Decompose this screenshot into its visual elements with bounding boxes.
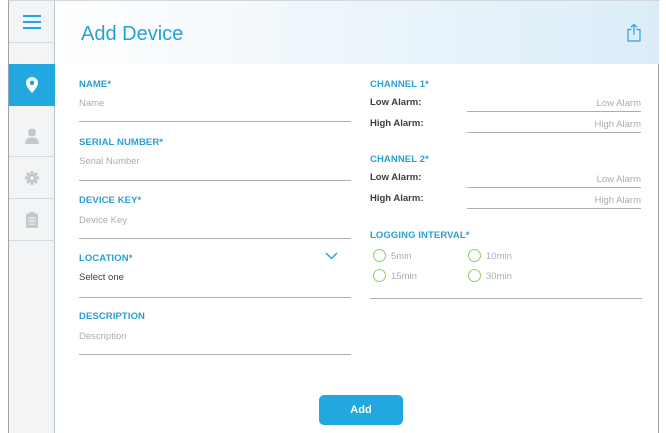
sidebar <box>9 1 55 433</box>
device-key-field[interactable]: Device Key <box>79 215 127 226</box>
radio-10min[interactable] <box>468 249 481 262</box>
add-button[interactable]: Add <box>319 395 403 425</box>
user-icon <box>25 128 39 144</box>
logging-interval-underline <box>370 298 642 299</box>
serial-number-label: SERIAL NUMBER* <box>79 137 164 148</box>
clipboard-icon <box>26 211 38 228</box>
radio-5min-label: 5min <box>391 251 412 262</box>
hamburger-icon <box>23 14 41 29</box>
channel1-high-alarm-field[interactable]: High Alarm <box>467 119 641 130</box>
sidebar-item-reports[interactable] <box>9 199 55 241</box>
logging-interval-label: LOGGING INTERVAL* <box>370 230 470 241</box>
name-underline <box>79 121 351 122</box>
channel2-label: CHANNEL 2* <box>370 154 429 165</box>
description-underline <box>79 354 351 355</box>
location-underline <box>79 297 351 298</box>
name-label: NAME* <box>79 79 112 90</box>
radio-15min[interactable] <box>373 269 386 282</box>
sidebar-item-settings[interactable] <box>9 157 55 199</box>
name-field[interactable]: Name <box>79 98 104 109</box>
map-pin-icon <box>26 77 38 93</box>
radio-30min-label: 30min <box>486 271 512 282</box>
channel2-high-alarm-field[interactable]: High Alarm <box>467 195 641 206</box>
channel2-low-alarm-field[interactable]: Low Alarm <box>467 174 641 185</box>
sidebar-item-location[interactable] <box>9 64 55 106</box>
serial-number-field[interactable]: Serial Number <box>79 156 140 167</box>
channel1-high-alarm-label: High Alarm: <box>370 118 424 129</box>
description-field[interactable]: Description <box>79 331 127 342</box>
page-title: Add Device <box>81 23 184 45</box>
location-label: LOCATION* <box>79 253 133 264</box>
channel2-low-alarm-label: Low Alarm: <box>370 172 422 183</box>
radio-15min-label: 15min <box>391 271 417 282</box>
location-select[interactable]: Select one <box>79 272 124 283</box>
radio-5min[interactable] <box>373 249 386 262</box>
device-key-label: DEVICE KEY* <box>79 195 142 206</box>
radio-10min-label: 10min <box>486 251 512 262</box>
channel2-high-alarm-underline <box>467 208 641 209</box>
channel1-high-alarm-underline <box>467 132 641 133</box>
channel2-low-alarm-underline <box>467 187 641 188</box>
radio-30min[interactable] <box>468 269 481 282</box>
channel1-low-alarm-underline <box>467 111 641 112</box>
sidebar-item-user[interactable] <box>9 115 55 157</box>
menu-button[interactable] <box>9 1 55 43</box>
channel2-high-alarm-label: High Alarm: <box>370 193 424 204</box>
channel1-low-alarm-field[interactable]: Low Alarm <box>467 98 641 109</box>
app-frame: Add Device NAME* Name SERIAL NUMBER* Ser… <box>8 0 659 433</box>
gear-icon <box>25 170 39 185</box>
share-icon <box>627 23 641 42</box>
serial-number-underline <box>79 180 351 181</box>
channel1-label: CHANNEL 1* <box>370 79 429 90</box>
description-label: DESCRIPTION <box>79 311 146 322</box>
chevron-down-icon[interactable] <box>325 252 338 260</box>
share-button[interactable] <box>627 23 641 47</box>
page-header: Add Device <box>56 1 659 64</box>
channel1-low-alarm-label: Low Alarm: <box>370 97 422 108</box>
device-key-underline <box>79 238 351 239</box>
